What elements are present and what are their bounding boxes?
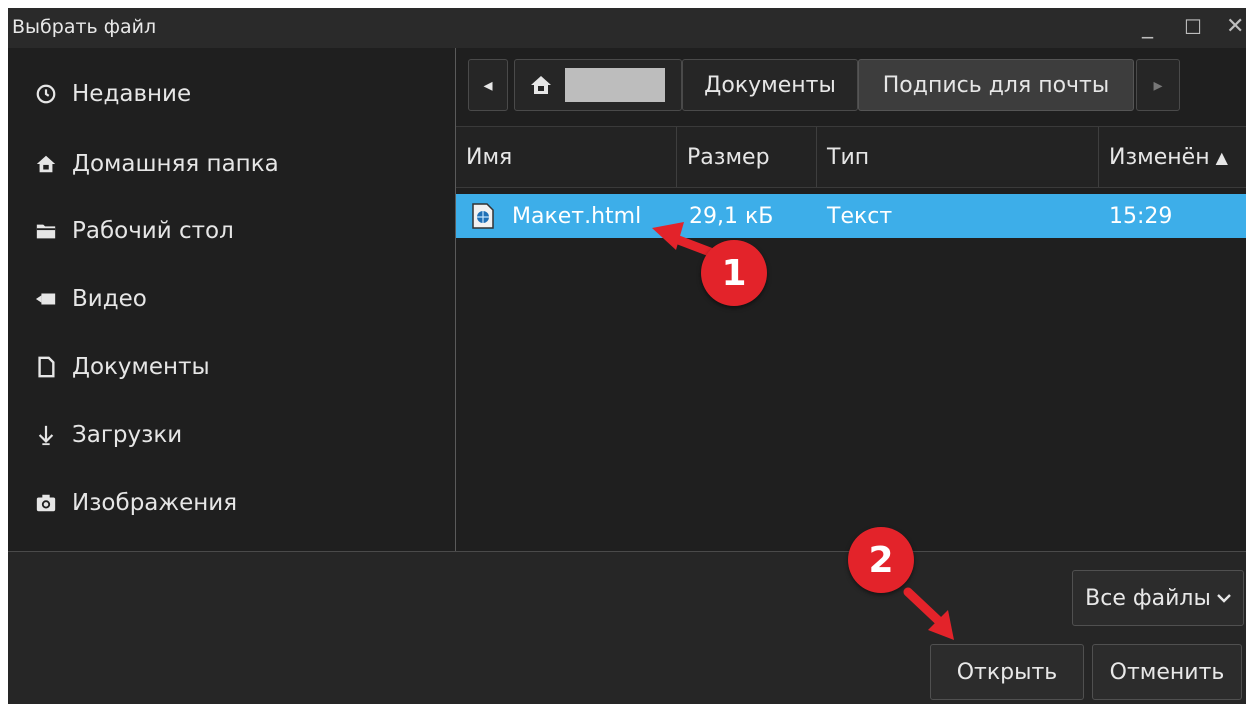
close-button[interactable]: ✕: [1226, 14, 1244, 40]
sidebar-item-label: Изображения: [72, 490, 238, 516]
sidebar-item-desktop[interactable]: Рабочий стол: [8, 208, 455, 254]
sidebar-item-home[interactable]: Домашняя папка: [8, 141, 455, 187]
file-type: Текст: [827, 203, 893, 229]
sidebar-item-label: Загрузки: [72, 422, 183, 448]
file-modified: 15:29: [1109, 203, 1173, 229]
clock-icon: [34, 82, 58, 106]
column-name[interactable]: Имя: [456, 127, 677, 187]
sidebar-item-recent[interactable]: Недавние: [8, 71, 455, 117]
sidebar-item-downloads[interactable]: Загрузки: [8, 412, 455, 458]
sidebar-item-label: Документы: [72, 354, 210, 380]
path-back-button[interactable]: ◂: [468, 59, 508, 111]
chevron-left-icon: ◂: [483, 74, 493, 96]
path-home-button[interactable]: [514, 59, 682, 111]
file-filter-dropdown[interactable]: Все файлы: [1072, 570, 1244, 626]
camera-icon: [34, 491, 58, 515]
sidebar-item-label: Рабочий стол: [72, 218, 234, 244]
sidebar-item-video[interactable]: Видео: [8, 276, 455, 322]
home-icon: [529, 73, 553, 97]
column-size[interactable]: Размер: [677, 127, 817, 187]
step-2-badge: 2: [848, 527, 914, 593]
path-segment-documents[interactable]: Документы: [682, 59, 858, 111]
folder-icon: [34, 219, 58, 243]
places-sidebar: Недавние Домашняя папка Рабочий стол Вид…: [8, 48, 456, 551]
dialog-footer: Все файлы Открыть Отменить: [8, 551, 1246, 704]
column-modified-label: Изменён: [1109, 144, 1210, 170]
file-browser: ◂ Документы Подпись для почты ▸ Имя Разм…: [456, 48, 1246, 551]
chevron-right-icon: ▸: [1153, 74, 1163, 96]
file-name: Макет.html: [512, 203, 642, 229]
table-row[interactable]: Макет.html 29,1 кБ Текст 15:29: [456, 194, 1246, 238]
window-title: Выбрать файл: [12, 16, 157, 38]
maximize-button[interactable]: ☐: [1184, 14, 1202, 40]
sidebar-item-documents[interactable]: Документы: [8, 344, 455, 390]
file-filter-label: Все файлы: [1085, 585, 1211, 611]
column-modified[interactable]: Изменён ▲: [1099, 127, 1246, 187]
file-chooser-dialog: Выбрать файл _ ☐ ✕ Недавние Домашняя пап…: [8, 8, 1246, 704]
document-icon: [34, 355, 58, 379]
sort-ascending-icon: ▲: [1215, 147, 1228, 167]
download-icon: [34, 423, 58, 447]
html-file-icon: [472, 194, 494, 238]
sidebar-item-label: Недавние: [72, 81, 192, 107]
cancel-button[interactable]: Отменить: [1092, 644, 1242, 700]
open-button[interactable]: Открыть: [930, 644, 1084, 700]
path-forward-button[interactable]: ▸: [1136, 59, 1180, 111]
file-size: 29,1 кБ: [689, 203, 774, 229]
column-header: Имя Размер Тип Изменён ▲: [456, 126, 1246, 188]
minimize-button[interactable]: _: [1142, 14, 1153, 40]
sidebar-item-pictures[interactable]: Изображения: [8, 480, 455, 526]
sidebar-item-label: Домашняя папка: [72, 151, 279, 177]
chevron-down-icon: [1217, 593, 1231, 603]
step-1-badge: 1: [701, 240, 767, 306]
home-icon: [34, 152, 58, 176]
title-bar: Выбрать файл _ ☐ ✕: [8, 8, 1246, 48]
sidebar-item-label: Видео: [72, 286, 147, 312]
column-type[interactable]: Тип: [817, 127, 1099, 187]
redacted-username: [565, 68, 665, 102]
path-bar: ◂ Документы Подпись для почты ▸: [456, 48, 1246, 126]
video-icon: [34, 287, 58, 311]
path-segment-current[interactable]: Подпись для почты: [858, 59, 1134, 111]
